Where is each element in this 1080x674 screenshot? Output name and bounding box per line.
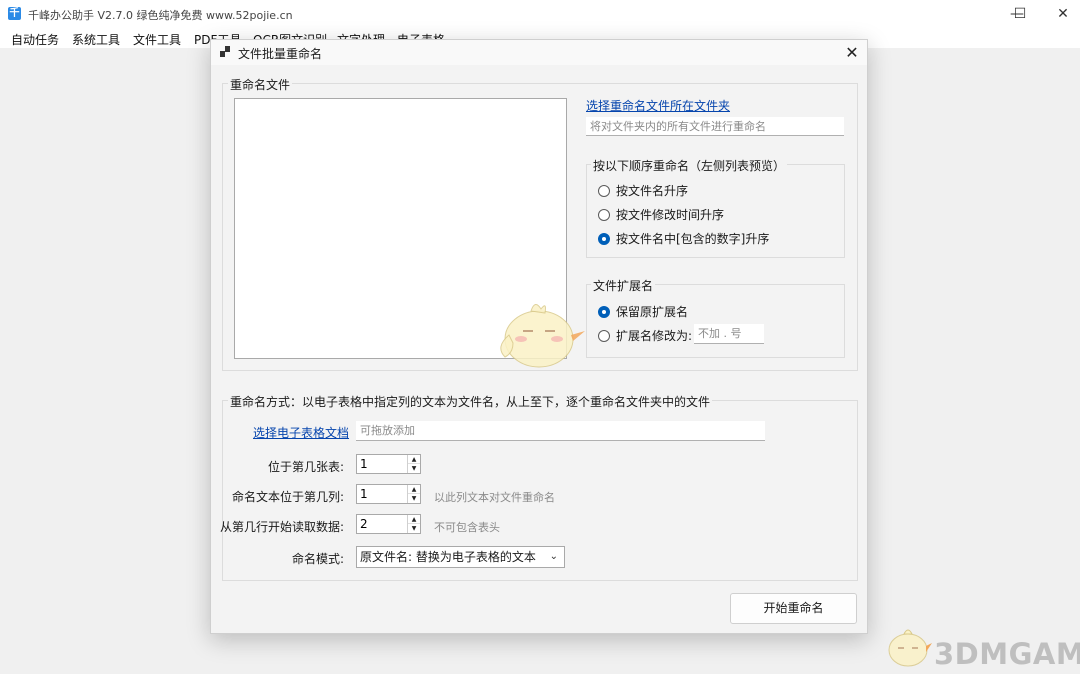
dialog-title: 文件批量重命名 [238,47,323,61]
order-option-label: 按文件修改时间升序 [616,208,725,222]
order-group-label: 按以下顺序重命名（左侧列表预览） [591,157,788,174]
app-logo-icon: 千 [8,7,21,20]
naming-mode-label: 命名模式: [291,552,344,566]
select-sheet-link[interactable]: 选择电子表格文档 [253,424,349,441]
spin-buttons: ▲ ▼ [407,485,420,503]
column-stepper[interactable]: ▲ ▼ [356,484,421,504]
new-extension-field[interactable] [694,324,764,344]
select-folder-link[interactable]: 选择重命名文件所在文件夹 [586,97,730,114]
app-titlebar: 千 千峰办公助手 V2.7.0 绿色纯净免费 www.52pojie.cn — [0,0,1080,28]
start-row-input[interactable] [357,515,407,533]
batch-rename-dialog: 文件批量重命名 ✕ 重命名文件 选择重命名文件所在文件夹 按以下顺序重命名（左侧… [210,39,868,634]
start-row-stepper[interactable]: ▲ ▼ [356,514,421,534]
ext-option-label: 保留原扩展名 [616,305,689,319]
maximize-button[interactable]: ☐ [997,0,1043,28]
column-hint: 以此列文本对文件重命名 [434,491,555,504]
spin-up-icon[interactable]: ▲ [408,515,420,524]
spin-up-icon[interactable]: ▲ [408,455,420,464]
dialog-titlebar: 文件批量重命名 ✕ [211,40,867,65]
menu-system-tools[interactable]: 系统工具 [72,31,120,48]
naming-mode-value: 原文件名: 替换为电子表格的文本 [360,550,536,564]
extension-group-label: 文件扩展名 [591,277,656,294]
dialog-app-icon [220,46,230,57]
sheet-index-label: 位于第几张表: [267,460,344,474]
rename-files-group-label: 重命名文件 [228,76,293,93]
mascot-watermark-icon [500,304,585,368]
rename-mode-group-label: 重命名方式：以电子表格中指定列的文本为文件名，从上至下，逐个重命名文件夹中的文件 [228,393,713,410]
order-option-label: 按文件名升序 [616,184,689,198]
spin-down-icon[interactable]: ▼ [408,494,420,503]
spin-down-icon[interactable]: ▼ [408,464,420,473]
folder-path-field[interactable] [586,117,844,136]
order-option-number-asc[interactable]: 按文件名中[包含的数字]升序 [598,230,769,247]
ext-option-keep[interactable]: 保留原扩展名 [598,303,688,320]
sheet-path-field[interactable] [356,421,765,441]
ext-option-change[interactable]: 扩展名修改为: [598,327,692,344]
chevron-down-icon: ⌄ [549,551,558,562]
sheet-index-stepper[interactable]: ▲ ▼ [356,454,421,474]
menu-auto-tasks[interactable]: 自动任务 [11,31,59,48]
sheet-index-input[interactable] [357,455,407,473]
column-label: 命名文本位于第几列: [231,490,344,504]
ext-option-label: 扩展名修改为: [616,329,693,343]
order-option-name-asc[interactable]: 按文件名升序 [598,182,688,199]
start-row-label: 从第几行开始读取数据: [219,520,344,534]
watermark-mascot-icon [888,629,932,667]
spin-buttons: ▲ ▼ [407,515,420,533]
order-option-mtime-asc[interactable]: 按文件修改时间升序 [598,206,724,223]
column-input[interactable] [357,485,407,503]
spin-down-icon[interactable]: ▼ [408,524,420,533]
order-option-label: 按文件名中[包含的数字]升序 [616,232,770,246]
start-row-hint: 不可包含表头 [434,521,500,534]
menu-file-tools[interactable]: 文件工具 [133,31,181,48]
spin-up-icon[interactable]: ▲ [408,485,420,494]
spin-buttons: ▲ ▼ [407,455,420,473]
extension-group [586,284,845,358]
start-rename-button[interactable]: 开始重命名 [730,593,857,624]
watermark-brand: 3DMGAME [934,637,1080,671]
radio-order-number-asc[interactable] [598,232,610,245]
dialog-close-button[interactable]: ✕ [837,40,867,65]
radio-ext-keep[interactable] [598,305,610,318]
radio-ext-change[interactable] [598,329,610,342]
radio-order-mtime-asc[interactable] [598,208,610,221]
naming-mode-select[interactable]: 原文件名: 替换为电子表格的文本 ⌄ [356,546,565,568]
window-close-button[interactable]: ✕ [1040,0,1080,28]
radio-order-name-asc[interactable] [598,184,610,197]
app-title: 千峰办公助手 V2.7.0 绿色纯净免费 www.52pojie.cn [28,9,293,22]
